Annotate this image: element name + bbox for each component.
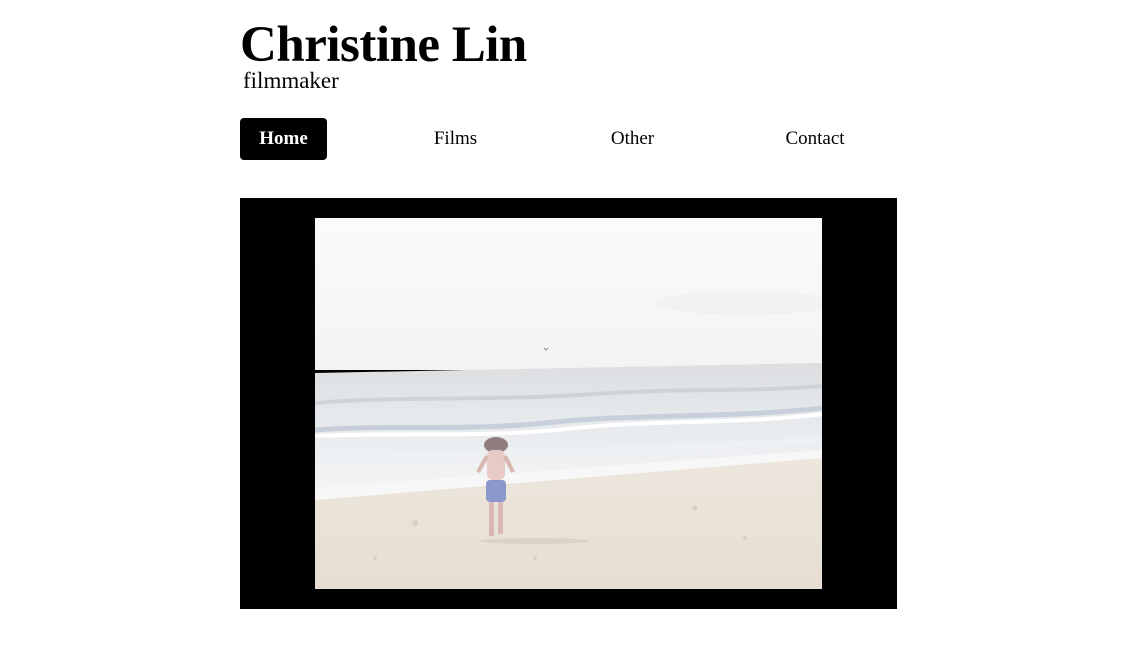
site-title: Christine Lin xyxy=(240,17,527,73)
nav-item-home[interactable]: Home xyxy=(240,118,327,160)
nav-item-films[interactable]: Films xyxy=(413,118,498,160)
beach-scene-image xyxy=(315,218,822,589)
nav-item-other[interactable]: Other xyxy=(590,118,675,160)
main-nav: Home Films Other Contact xyxy=(240,118,900,160)
beach-video-still xyxy=(315,218,822,589)
nav-item-contact[interactable]: Contact xyxy=(770,118,860,160)
video-player[interactable] xyxy=(240,198,897,609)
site-header: Christine Lin filmmaker xyxy=(240,14,900,94)
